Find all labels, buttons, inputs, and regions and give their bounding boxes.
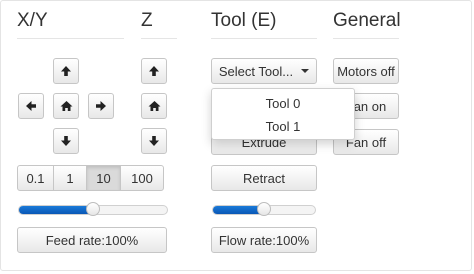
home-icon xyxy=(148,101,160,111)
caret-down-icon xyxy=(301,69,310,73)
arrow-down-icon xyxy=(61,136,71,146)
tool-dropdown-menu: Tool 0 Tool 1 xyxy=(211,88,355,140)
feed-rate-slider-handle[interactable] xyxy=(86,202,100,216)
step-10-button[interactable]: 10 xyxy=(86,165,121,191)
arrow-right-icon xyxy=(96,101,106,111)
home-z-button[interactable] xyxy=(141,93,167,119)
divider-z xyxy=(141,38,177,39)
arrow-left-icon xyxy=(26,101,36,111)
jog-x-minus-button[interactable] xyxy=(18,93,44,119)
arrow-down-icon xyxy=(149,136,159,146)
flow-rate-button[interactable]: Flow rate:100% xyxy=(211,227,317,253)
divider-general xyxy=(333,38,399,39)
select-tool-label: Select Tool... xyxy=(218,63,294,79)
feed-rate-slider-fill xyxy=(19,206,93,214)
step-100-button[interactable]: 100 xyxy=(120,165,164,191)
header-xy: X/Y xyxy=(17,10,48,31)
header-general: General xyxy=(333,10,401,31)
jog-y-plus-button[interactable] xyxy=(53,58,79,84)
jog-z-minus-button[interactable] xyxy=(141,128,167,154)
arrow-up-icon xyxy=(61,66,71,76)
header-tool: Tool (E) xyxy=(211,10,277,31)
feed-rate-slider[interactable] xyxy=(18,202,168,216)
retract-button[interactable]: Retract xyxy=(211,165,317,191)
divider-tool xyxy=(211,38,317,39)
divider-xy xyxy=(17,38,124,39)
home-icon xyxy=(60,101,72,111)
jog-x-plus-button[interactable] xyxy=(88,93,114,119)
header-z: Z xyxy=(141,10,153,31)
flow-rate-slider[interactable] xyxy=(212,202,316,216)
motors-off-button[interactable]: Motors off xyxy=(333,58,399,84)
tool-option-1[interactable]: Tool 1 xyxy=(212,115,354,137)
arrow-up-icon xyxy=(149,66,159,76)
select-tool-dropdown[interactable]: Select Tool... xyxy=(211,58,317,84)
step-1-button[interactable]: 1 xyxy=(53,165,87,191)
step-0.1-button[interactable]: 0.1 xyxy=(17,165,54,191)
home-xy-button[interactable] xyxy=(53,93,79,119)
step-size-group: 0.1 1 10 100 xyxy=(17,165,164,191)
feed-rate-button[interactable]: Feed rate:100% xyxy=(17,227,167,253)
control-panel: X/Y Z Tool (E) General 0.1 1 10 100 Feed… xyxy=(0,0,472,271)
jog-y-minus-button[interactable] xyxy=(53,128,79,154)
flow-rate-slider-handle[interactable] xyxy=(257,202,271,216)
jog-z-plus-button[interactable] xyxy=(141,58,167,84)
tool-option-0[interactable]: Tool 0 xyxy=(212,92,354,114)
